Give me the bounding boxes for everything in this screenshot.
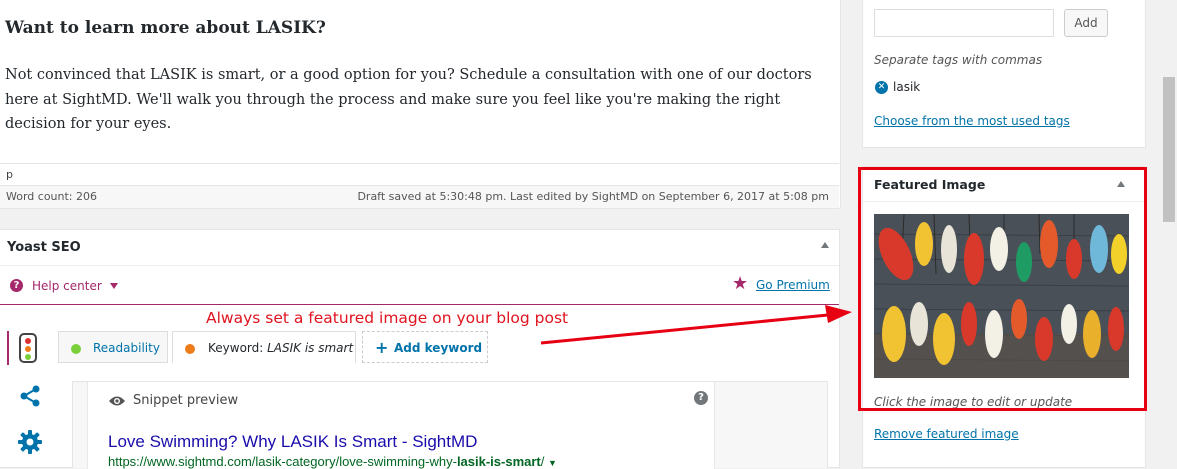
tag-item: lasik xyxy=(893,80,921,94)
annotation-highlight-box xyxy=(858,167,1147,411)
tag-hint: Separate tags with commas xyxy=(874,53,1043,67)
add-tag-button[interactable]: Add xyxy=(1064,9,1108,37)
tags-box: Add Separate tags with commas ✕ lasik Ch… xyxy=(862,0,1146,148)
tag-input[interactable] xyxy=(874,9,1054,37)
scrollbar-track[interactable] xyxy=(1159,0,1177,468)
choose-tags-link[interactable]: Choose from the most used tags xyxy=(874,114,1070,128)
remove-tag-icon[interactable]: ✕ xyxy=(875,81,888,94)
scrollbar-thumb[interactable] xyxy=(1163,77,1175,222)
remove-featured-image-link[interactable]: Remove featured image xyxy=(874,427,1019,441)
